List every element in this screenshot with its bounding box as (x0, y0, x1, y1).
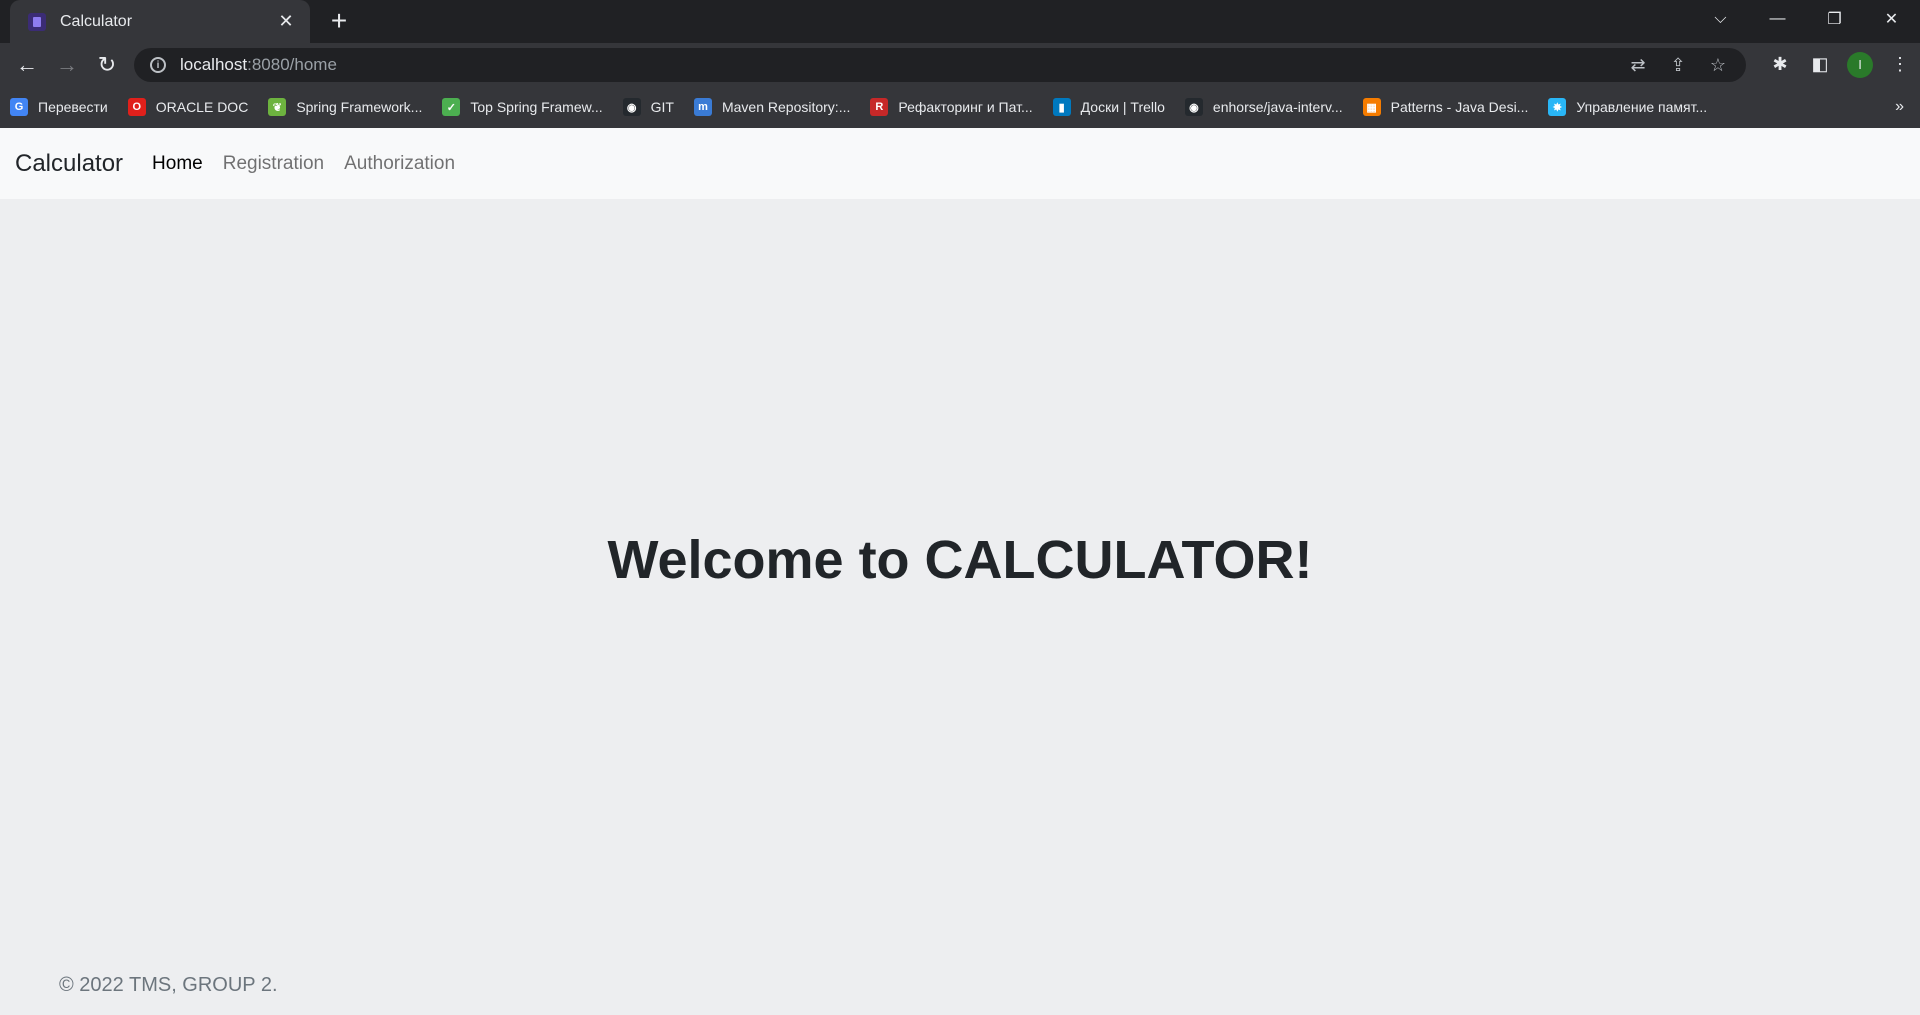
nav-link-registration[interactable]: Registration (223, 153, 324, 175)
back-icon[interactable]: ← (7, 47, 47, 83)
footer-copyright: © 2022 TMS, GROUP 2. (59, 974, 278, 996)
navbar-brand[interactable]: Calculator (15, 150, 123, 178)
spring-icon: ❦ (268, 98, 287, 116)
bookmark-label: Перевести (38, 99, 108, 115)
bookmark-label: Top Spring Framew... (470, 99, 603, 115)
side-panel-icon[interactable]: ◧ (1800, 54, 1840, 75)
site-navbar: Calculator Home Registration Authorizati… (0, 128, 1920, 199)
browser-tab[interactable]: Calculator ✕ (10, 0, 310, 43)
extensions-icon[interactable]: ✱ (1760, 54, 1800, 75)
bookmark-item[interactable]: ◉ enhorse/java-interv... (1184, 98, 1343, 116)
address-bar[interactable]: i localhost:8080/home ⇄ ⇪ ☆ (134, 48, 1746, 82)
window-controls: ⌵ — ❐ ✕ (1692, 0, 1920, 38)
leaf-icon: ✓ (442, 98, 461, 116)
bookmark-star-icon[interactable]: ☆ (1698, 55, 1738, 76)
bookmarks-overflow-icon[interactable]: » (1895, 98, 1904, 116)
url-path: :8080/home (247, 55, 337, 74)
profile-avatar[interactable]: I (1847, 51, 1873, 78)
close-window-icon[interactable]: ✕ (1863, 0, 1920, 38)
nav-link-home[interactable]: Home (152, 153, 203, 175)
browser-toolbar: ← → ↻ i localhost:8080/home ⇄ ⇪ ☆ ✱ ◧ I … (0, 43, 1920, 86)
main-content: Welcome to CALCULATOR! © 2022 TMS, GROUP… (0, 199, 1920, 1015)
url-host: localhost (180, 55, 248, 74)
bookmark-item[interactable]: m Maven Repository:... (693, 98, 851, 116)
bookmark-item[interactable]: ▮ Доски | Trello (1052, 98, 1165, 116)
bookmark-item[interactable]: ✓ Top Spring Framew... (442, 98, 603, 116)
bookmark-item[interactable]: ▦ Patterns - Java Desi... (1362, 98, 1529, 116)
bookmark-label: Patterns - Java Desi... (1390, 99, 1529, 115)
bookmark-item[interactable]: O ORACLE DOC (127, 98, 249, 116)
page-heading: Welcome to CALCULATOR! (607, 530, 1313, 590)
bookmark-item[interactable]: G Перевести (10, 98, 108, 116)
memory-icon: ✸ (1548, 98, 1567, 116)
bookmark-item[interactable]: ❦ Spring Framework... (268, 98, 422, 116)
tab-title: Calculator (60, 12, 133, 30)
refactoring-icon: R (870, 98, 889, 116)
bookmark-label: Maven Repository:... (721, 99, 851, 115)
trello-icon: ▮ (1052, 98, 1071, 116)
tab-search-icon[interactable]: ⌵ (1692, 0, 1749, 38)
nav-link-authorization[interactable]: Authorization (344, 153, 455, 175)
translate-icon[interactable]: ⇄ (1618, 55, 1658, 76)
github-icon: ◉ (622, 98, 641, 116)
new-tab-icon[interactable]: + (324, 6, 354, 36)
calculator-favicon-icon (28, 12, 46, 31)
bookmark-label: Spring Framework... (296, 99, 423, 115)
bookmark-label: ORACLE DOC (155, 99, 249, 115)
translate-icon: G (10, 98, 28, 116)
oracle-icon: O (127, 98, 146, 116)
bookmark-item[interactable]: ✸ Управление памят... (1548, 98, 1707, 116)
bookmark-label: Управление памят... (1576, 99, 1708, 115)
forward-icon[interactable]: → (47, 47, 87, 83)
bookmark-label: enhorse/java-interv... (1212, 99, 1343, 115)
maven-icon: m (693, 98, 712, 116)
minimize-icon[interactable]: — (1749, 0, 1806, 38)
patterns-icon: ▦ (1362, 98, 1381, 116)
bookmark-label: Доски | Trello (1080, 99, 1165, 115)
menu-icon[interactable]: ⋮ (1880, 54, 1920, 75)
site-info-icon[interactable]: i (150, 57, 166, 73)
restore-icon[interactable]: ❐ (1806, 0, 1863, 38)
tab-close-icon[interactable]: ✕ (276, 11, 296, 32)
bookmark-item[interactable]: ◉ GIT (622, 98, 674, 116)
bookmark-item[interactable]: R Рефакторинг и Пат... (870, 98, 1033, 116)
tab-strip: Calculator ✕ + ⌵ — ❐ ✕ (0, 0, 1920, 43)
share-icon[interactable]: ⇪ (1658, 55, 1698, 76)
bookmark-label: GIT (650, 99, 674, 115)
reload-icon[interactable]: ↻ (87, 47, 127, 83)
bookmark-label: Рефакторинг и Пат... (898, 99, 1033, 115)
bookmarks-bar: G Перевести O ORACLE DOC ❦ Spring Framework..… (0, 86, 1920, 128)
github-icon: ◉ (1184, 98, 1203, 116)
